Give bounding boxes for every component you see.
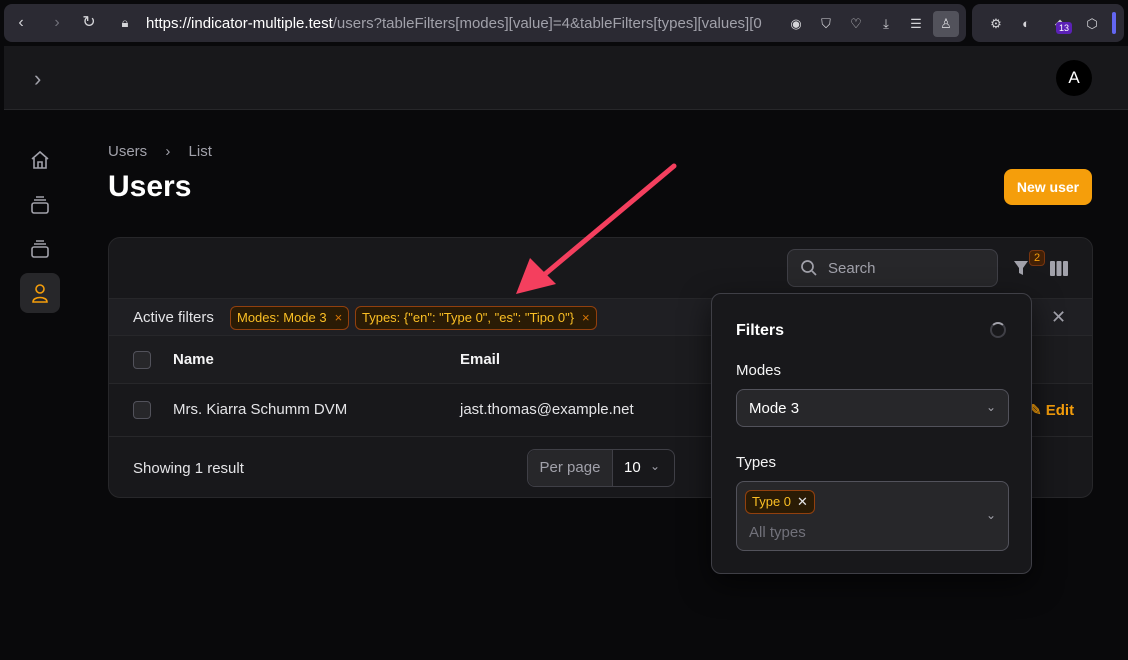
annotation-arrow — [516, 163, 677, 294]
